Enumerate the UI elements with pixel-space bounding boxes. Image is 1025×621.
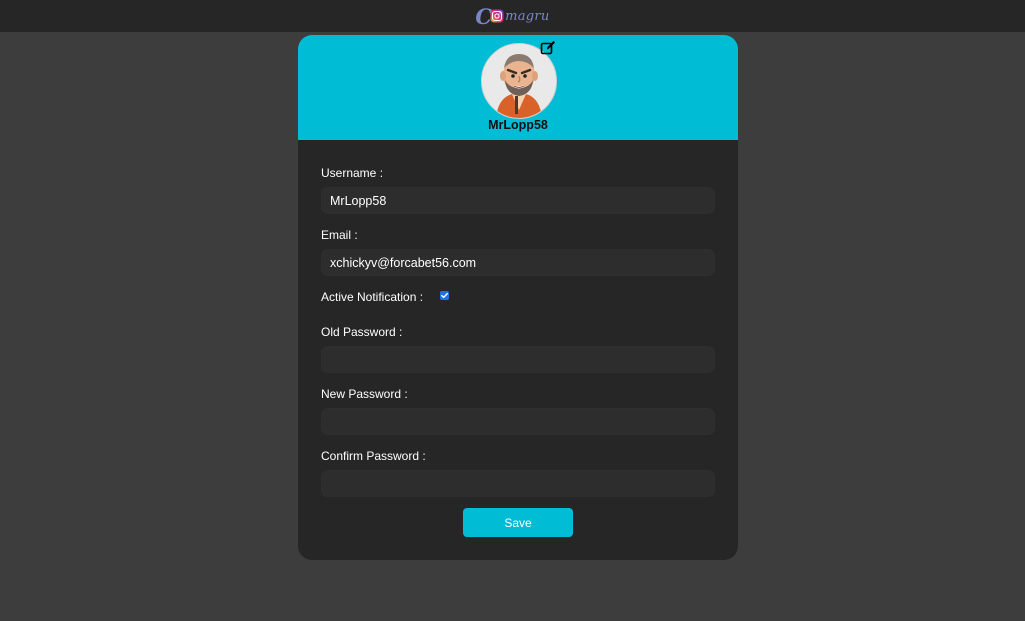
confirm-password-input[interactable]	[321, 470, 715, 497]
profile-username: MrLopp58	[488, 118, 548, 132]
check-icon	[441, 292, 448, 299]
old-password-input[interactable]	[321, 346, 715, 373]
new-password-label: New Password :	[321, 387, 408, 401]
notification-checkbox[interactable]	[440, 291, 449, 300]
email-label: Email :	[321, 228, 358, 242]
old-password-label: Old Password :	[321, 325, 403, 339]
profile-header: MrLopp58	[298, 35, 738, 140]
email-input[interactable]	[321, 249, 715, 276]
save-button[interactable]: Save	[463, 508, 573, 537]
camagru-logo[interactable]: C magru	[475, 4, 549, 28]
username-label: Username :	[321, 166, 384, 180]
profile-card: MrLopp58 Username : Email : Active Notif…	[298, 35, 738, 560]
confirm-password-label: Confirm Password :	[321, 449, 426, 463]
top-bar: C magru	[0, 0, 1025, 32]
logo-text: magru	[505, 8, 550, 24]
notification-label: Active Notification :	[321, 290, 424, 304]
instagram-icon	[490, 9, 504, 23]
new-password-input[interactable]	[321, 408, 715, 435]
username-input[interactable]	[321, 187, 715, 214]
edit-icon[interactable]	[540, 40, 556, 56]
